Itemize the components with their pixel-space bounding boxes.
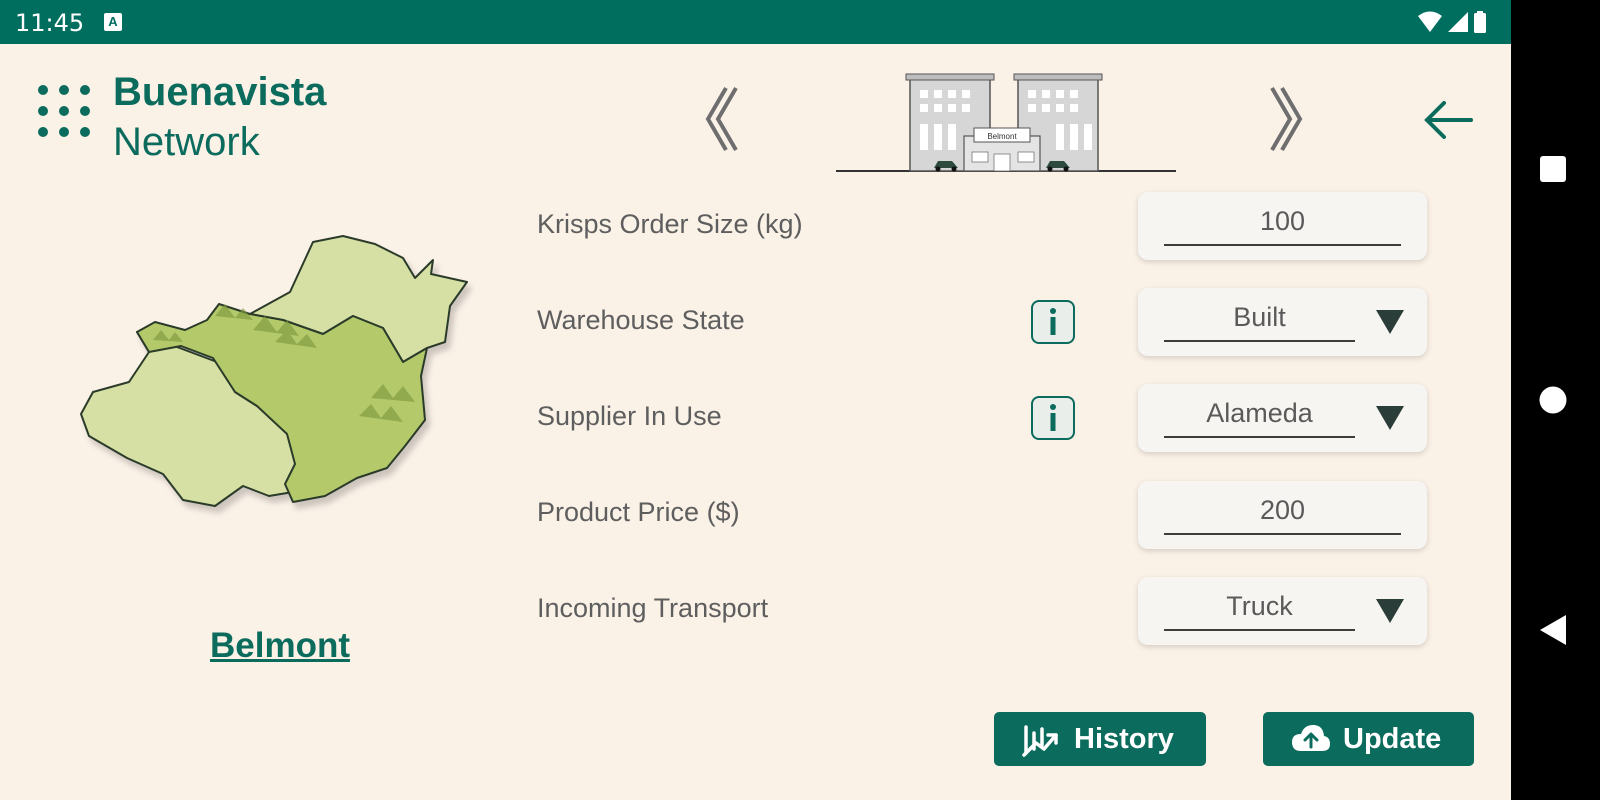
history-button[interactable]: History bbox=[994, 712, 1206, 766]
signal-icon bbox=[1448, 12, 1468, 32]
notification-icon: A bbox=[104, 13, 122, 31]
warehouse-state-value[interactable]: Built bbox=[1164, 302, 1355, 333]
supplier-label: Supplier In Use bbox=[537, 401, 722, 431]
incoming-transport-value[interactable]: Truck bbox=[1164, 591, 1355, 622]
history-button-label: History bbox=[1074, 723, 1174, 755]
incoming-transport-dropdown[interactable]: Truck bbox=[1138, 577, 1427, 645]
logo-icon bbox=[37, 84, 93, 145]
warehouse-state-label: Warehouse State bbox=[537, 305, 745, 335]
next-location-button[interactable] bbox=[1268, 84, 1308, 165]
recent-apps-icon[interactable] bbox=[1538, 154, 1568, 184]
back-icon[interactable] bbox=[1538, 614, 1568, 646]
incoming-transport-label: Incoming Transport bbox=[537, 593, 769, 623]
prev-location-button[interactable] bbox=[700, 84, 740, 165]
supplier-info-button[interactable] bbox=[1031, 396, 1075, 440]
product-price-value[interactable]: 200 bbox=[1164, 495, 1401, 526]
region-map-illustration[interactable] bbox=[75, 234, 475, 579]
order-size-label: Krisps Order Size (kg) bbox=[537, 209, 803, 239]
status-icons bbox=[1416, 10, 1496, 39]
update-button-label: Update bbox=[1343, 723, 1442, 755]
dropdown-arrow-icon[interactable] bbox=[1375, 598, 1405, 624]
app-screen: Buenavista Network Belmont Belmont Krisp… bbox=[0, 44, 1511, 800]
info-icon bbox=[1050, 404, 1056, 431]
supplier-value[interactable]: Alameda bbox=[1164, 398, 1355, 429]
brand-name-line1: Buenavista bbox=[113, 70, 327, 114]
update-button[interactable]: Update bbox=[1263, 712, 1474, 766]
home-icon[interactable] bbox=[1538, 385, 1568, 415]
battery-icon bbox=[1474, 11, 1486, 33]
back-arrow-icon[interactable] bbox=[1424, 100, 1474, 145]
chart-history-icon bbox=[1022, 725, 1058, 757]
dropdown-arrow-icon[interactable] bbox=[1375, 309, 1405, 335]
order-size-value[interactable]: 100 bbox=[1164, 206, 1401, 237]
product-price-label: Product Price ($) bbox=[537, 497, 740, 527]
cloud-upload-icon bbox=[1292, 725, 1330, 751]
warehouse-building-illustration: Belmont bbox=[836, 68, 1176, 183]
building-sign-text: Belmont bbox=[987, 132, 1017, 141]
status-time: 11:45 bbox=[15, 9, 85, 37]
brand-name-line2: Network bbox=[113, 120, 260, 164]
wifi-icon bbox=[1418, 11, 1442, 32]
warehouse-state-info-button[interactable] bbox=[1031, 300, 1075, 344]
warehouse-state-dropdown[interactable]: Built bbox=[1138, 288, 1427, 356]
android-nav-bar bbox=[1511, 0, 1600, 800]
status-bar: 11:45 A bbox=[0, 0, 1511, 44]
product-price-input[interactable]: 200 bbox=[1138, 481, 1427, 549]
dropdown-arrow-icon[interactable] bbox=[1375, 405, 1405, 431]
region-name-link[interactable]: Belmont bbox=[180, 626, 380, 666]
info-icon bbox=[1050, 308, 1056, 335]
supplier-dropdown[interactable]: Alameda bbox=[1138, 384, 1427, 452]
order-size-input[interactable]: 100 bbox=[1138, 192, 1427, 260]
